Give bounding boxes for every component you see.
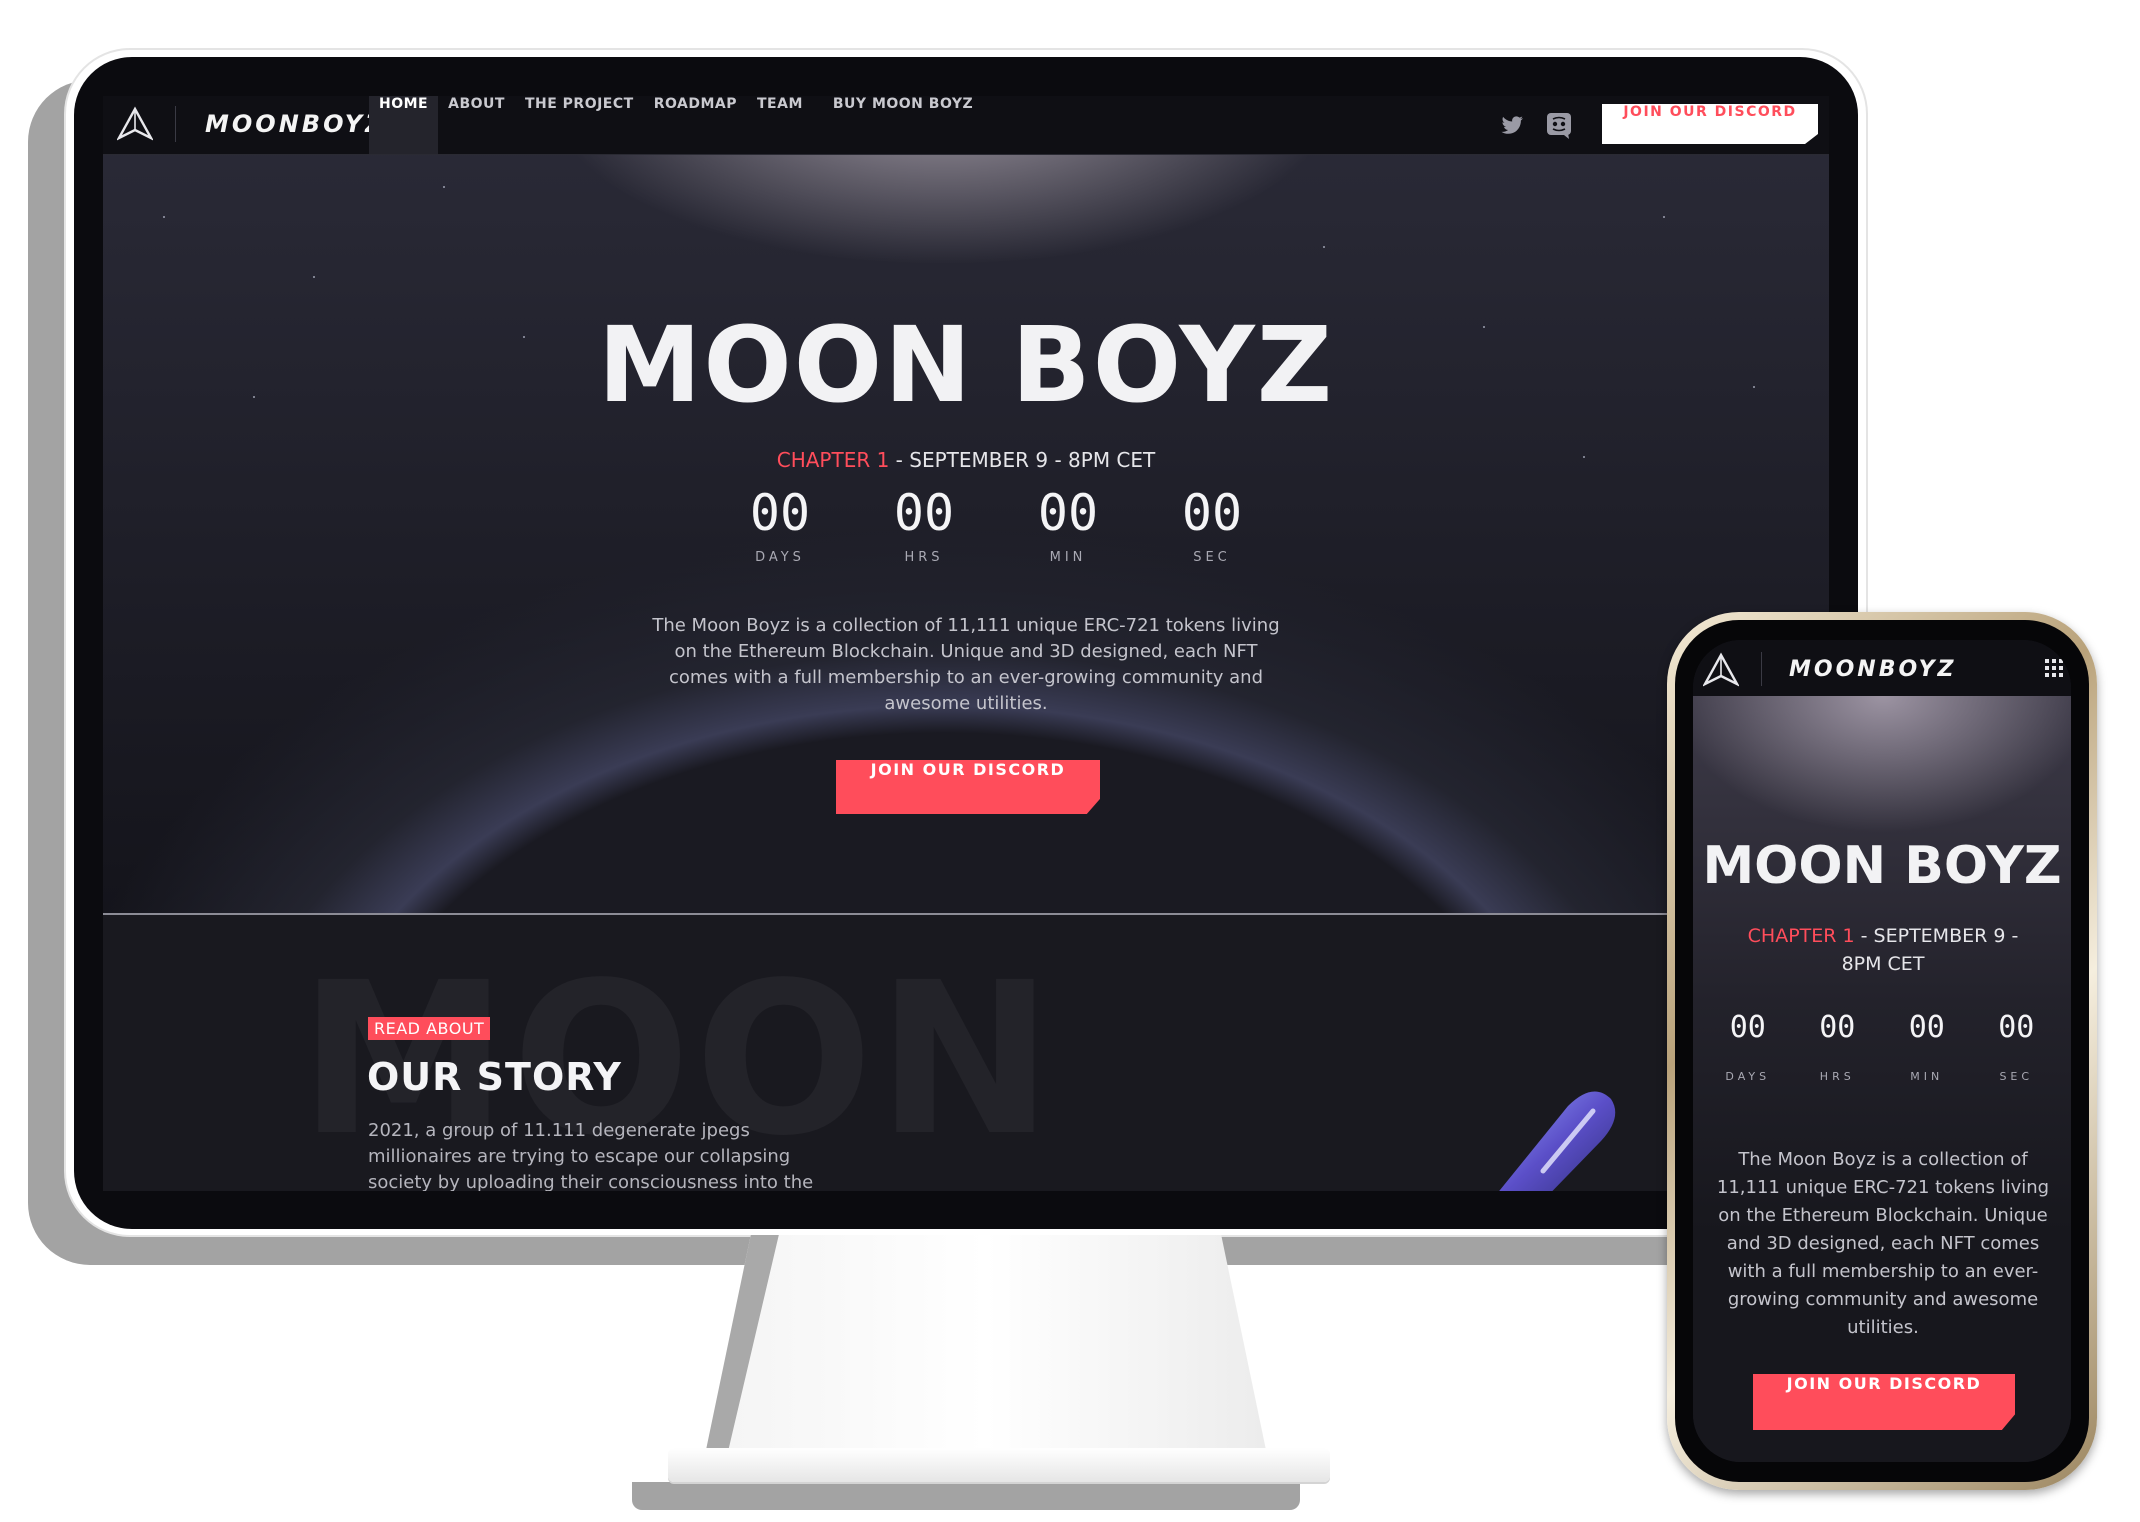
countdown-value: 00 [1819,1010,1856,1045]
launch-date: - SEPTEMBER 9 - 8PM CET [889,448,1156,472]
nav-item-home[interactable]: HOME [369,96,439,154]
nav-item-team[interactable]: TEAM [747,96,813,154]
countdown-label: MIN [1049,550,1087,565]
countdown-value: 00 [749,484,811,542]
nav-join-discord-button[interactable]: JOIN OUR DISCORD [1602,104,1818,144]
countdown-minutes: 00 MIN [1882,1008,1972,1083]
desktop-hero: MOONBOYZ HOME ABOUT THE PROJECT ROADMAP … [103,96,1829,913]
countdown-days: 00 DAYS [1703,1008,1793,1083]
countdown-hours: 00 HRS [1793,1008,1883,1083]
countdown-label: MIN [1910,1070,1944,1083]
countdown-timer: 00 DAYS 00 HRS 00 MIN 00 SEC [708,484,1284,565]
nav-menu: HOME ABOUT THE PROJECT ROADMAP TEAM BUY … [369,96,983,154]
moonboyz-logo-icon[interactable] [1703,652,1739,688]
nav-item-buy-moon-boyz[interactable]: BUY MOON BOYZ [823,96,983,154]
monitor-stand-base [668,1448,1330,1482]
hero-subtitle: CHAPTER 1 - SEPTEMBER 9 - 8PM CET [103,448,1829,472]
countdown-hours: 00 HRS [852,484,996,565]
hero-join-discord-button[interactable]: JOIN OUR DISCORD [836,760,1100,814]
countdown-value: 00 [1998,1010,2035,1045]
mobile-hero-description: The Moon Boyz is a collection of 11,111 … [1716,1149,2050,1338]
mobile-hero-title: MOON BOYZ [1702,836,2062,896]
countdown-label: SEC [1999,1070,2034,1083]
mobile-brand-wordmark[interactable]: MOONBOYZ [1789,657,1956,682]
mobile-countdown-timer: 00 DAYS 00 HRS 00 MIN 00 SEC [1703,1008,2061,1083]
star [443,186,445,188]
hero-title: MOON BOYZ [597,304,1335,426]
countdown-label: DAYS [755,550,805,565]
read-about-badge: READ ABOUT [368,1017,491,1040]
mobile-hero-subtitle: CHAPTER 1 - SEPTEMBER 9 - 8PM CET [1733,922,2033,978]
mobile-join-discord-button[interactable]: JOIN OUR DISCORD [1753,1374,2015,1430]
countdown-seconds: 00 SEC [1140,484,1284,565]
mobile-chapter-label: CHAPTER 1 [1747,925,1855,947]
moonboyz-logo-icon[interactable] [117,106,153,142]
story-title: OUR STORY [367,1055,622,1099]
discord-icon[interactable] [1544,110,1574,140]
story-text: 2021, a group of 11.111 degenerate jpegs… [368,1120,814,1191]
star [1663,216,1665,218]
grid-menu-icon[interactable] [2045,659,2063,677]
countdown-days: 00 DAYS [708,484,852,565]
countdown-value: 00 [1908,1010,1945,1045]
mobile-hero: MOON BOYZ CHAPTER 1 - SEPTEMBER 9 - 8PM … [1693,696,2071,1462]
nav-divider [175,106,176,142]
countdown-value: 00 [1181,484,1243,542]
star [1323,246,1325,248]
countdown-seconds: 00 SEC [1972,1008,2062,1083]
nav-divider [1761,652,1762,686]
monitor-base-shadow [632,1482,1300,1510]
countdown-label: DAYS [1725,1070,1771,1083]
nav-item-the-project[interactable]: THE PROJECT [515,96,644,154]
nav-item-roadmap[interactable]: ROADMAP [644,96,747,154]
mobile-launch-date: - SEPTEMBER 9 - 8PM CET [1841,925,2019,975]
star [313,276,315,278]
capsule-illustration [1499,1091,1616,1191]
chapter-label: CHAPTER 1 [776,448,890,472]
mobile-navigation: MOONBOYZ [1693,640,2071,696]
monitor-stand-neck [706,1235,1266,1450]
twitter-icon[interactable] [1499,112,1525,138]
countdown-minutes: 00 MIN [996,484,1140,565]
countdown-value: 00 [1729,1010,1766,1045]
star [163,216,165,218]
countdown-value: 00 [893,484,955,542]
countdown-label: HRS [904,550,944,565]
hero-description: The Moon Boyz is a collection of 11,111 … [652,615,1280,714]
mobile-website: MOON BOYZ CHAPTER 1 - SEPTEMBER 9 - 8PM … [1693,640,2071,1462]
countdown-label: HRS [1819,1070,1855,1083]
countdown-value: 00 [1037,484,1099,542]
top-navigation: MOONBOYZ HOME ABOUT THE PROJECT ROADMAP … [103,96,1829,155]
nav-item-about[interactable]: ABOUT [438,96,515,154]
desktop-website: MOONBOYZ HOME ABOUT THE PROJECT ROADMAP … [103,96,1829,1191]
brand-wordmark[interactable]: MOONBOYZ [205,110,386,138]
our-story-section: MOON READ ABOUT OUR STORY 2021, a group … [103,915,1829,1191]
countdown-label: SEC [1193,550,1231,565]
